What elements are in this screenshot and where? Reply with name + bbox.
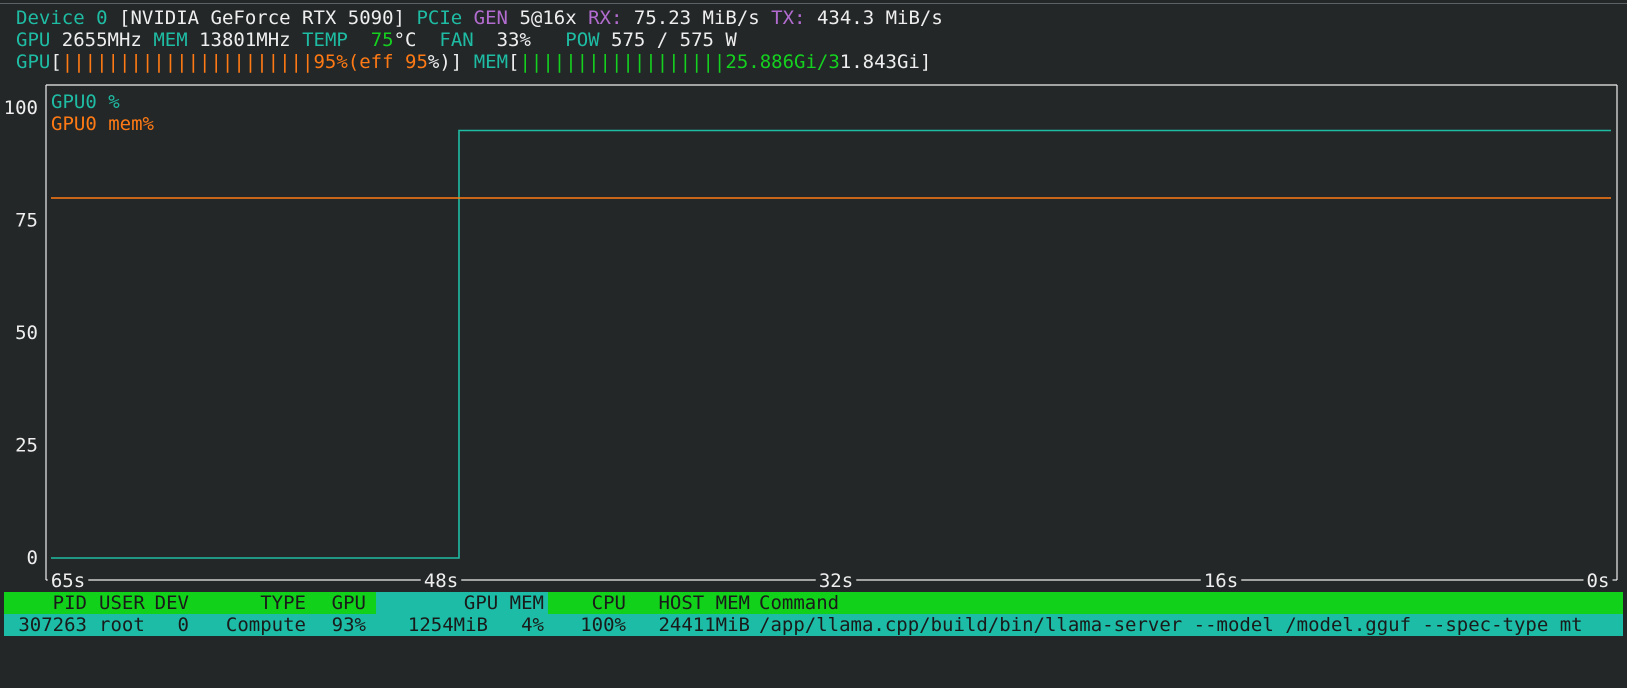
tx-label: TX: xyxy=(771,7,806,29)
gen-value: 5@16x xyxy=(519,7,577,29)
usage-history-chart: 100 75 50 25 0 GPU0 %GPU0 mem% 65s 48s 32s 16s 0… xyxy=(4,84,1618,592)
x-tick-label: 32s xyxy=(819,570,853,592)
gpu-clock-label: GPU xyxy=(16,29,51,51)
gpu-bar-open: [ xyxy=(50,51,62,73)
pow-value: 575 / 575 W xyxy=(611,29,737,51)
fan-label: FAN xyxy=(439,29,474,51)
stats-line: GPU 2655MHz MEM 13801MHz TEMP 75°C FAN 3… xyxy=(16,29,737,51)
header-gpu[interactable]: GPU xyxy=(314,592,366,614)
x-tick-label: 0s xyxy=(1587,570,1610,592)
header-user[interactable]: USER xyxy=(99,592,145,614)
process-row[interactable]: 307263 root 0 Compute 93% 1254MiB 4% 100… xyxy=(4,614,1623,636)
gen-label: GEN xyxy=(473,7,508,29)
row-pid: 307263 xyxy=(18,614,87,636)
row-gpu-mem-pct: 4% xyxy=(521,614,544,636)
mem-used-value: 25.886Gi/3 xyxy=(725,51,840,73)
row-type: Compute xyxy=(225,614,306,636)
y-axis-ticks: 100 75 50 25 0 xyxy=(4,97,38,569)
row-gpu: 93% xyxy=(331,614,366,636)
header-dev[interactable]: DEV xyxy=(144,592,189,614)
gpu-usage-bar: |||||||||||||||||||||| xyxy=(61,51,314,73)
x-tick-label: 48s xyxy=(424,570,458,592)
row-host-mem: 24411MiB xyxy=(658,614,750,636)
row-command: /app/llama.cpp/build/bin/llama-server --… xyxy=(759,614,1583,636)
chart-legend: GPU0 %GPU0 mem% xyxy=(51,91,155,135)
device-name: [NVIDIA GeForce RTX 5090] xyxy=(119,7,405,29)
mem-bar-label: MEM xyxy=(473,51,509,73)
gpu-eff-open: (eff xyxy=(347,51,394,73)
header-gpu-mem[interactable]: GPU MEM xyxy=(384,592,544,614)
gpu-eff-value: 95 xyxy=(405,51,428,73)
row-user: root xyxy=(99,614,145,636)
fan-value: 33% xyxy=(496,29,531,51)
header-host-mem[interactable]: HOST MEM xyxy=(634,592,750,614)
y-tick-label: 50 xyxy=(15,322,38,344)
device-info-line: Device 0 [NVIDIA GeForce RTX 5090] PCIe … xyxy=(16,7,943,29)
mem-total-value: 1.843Gi xyxy=(839,51,920,73)
header-type[interactable]: TYPE xyxy=(204,592,306,614)
x-axis-ticks: 65s 48s 32s 16s 0s xyxy=(46,570,1617,592)
y-tick-label: 100 xyxy=(4,97,38,119)
gpu-bar-label: GPU xyxy=(16,51,51,73)
device-label: Device xyxy=(16,7,85,29)
temp-label: TEMP xyxy=(302,29,348,51)
y-tick-label: 75 xyxy=(15,210,38,232)
x-tick-label: 65s xyxy=(51,570,85,592)
header-pid[interactable]: PID xyxy=(4,592,87,614)
pow-label: POW xyxy=(565,29,600,51)
chart-series xyxy=(51,129,1611,559)
rx-label: RX: xyxy=(588,7,623,29)
legend-entry-1: GPU0 mem% xyxy=(51,113,155,135)
top-border xyxy=(0,3,1627,4)
rx-value: 75.23 MiB/s xyxy=(633,7,760,29)
mem-bar-close: ] xyxy=(919,51,932,73)
x-tick-label: 16s xyxy=(1204,570,1238,592)
temp-unit: °C xyxy=(393,29,417,51)
legend-entry-0: GPU0 % xyxy=(51,91,120,113)
mem-clock-value: 13801MHz xyxy=(199,29,291,51)
mem-bar-open: [ xyxy=(508,51,520,73)
y-tick-label: 25 xyxy=(15,435,38,457)
series-line-0 xyxy=(51,129,1611,559)
pcie-label: PCIe xyxy=(416,7,463,29)
mem-clock-label: MEM xyxy=(153,29,188,51)
tx-value: 434.3 MiB/s xyxy=(816,7,943,29)
header-command[interactable]: Command xyxy=(759,592,839,614)
gpu-eff-close: %) xyxy=(427,51,451,73)
usage-bars-line: GPU[||||||||||||||||||||||95%(eff 95%)] … xyxy=(16,51,931,73)
row-dev: 0 xyxy=(177,614,189,636)
device-index: 0 xyxy=(96,7,108,29)
header-cpu[interactable]: CPU xyxy=(554,592,626,614)
mem-usage-bar: |||||||||||||||||| xyxy=(519,51,726,73)
gpu-usage-percent: 95% xyxy=(313,51,348,73)
row-gpu-mem: 1254MiB xyxy=(407,614,488,636)
gpu-clock-value: 2655MHz xyxy=(61,29,142,51)
gpu-bar-close: ] xyxy=(450,51,463,73)
process-table-header: PID USER DEV TYPE GPU GPU MEM CPU HOST M… xyxy=(4,592,1623,614)
temp-value: 75 xyxy=(370,29,394,51)
chart-frame xyxy=(45,84,1618,580)
row-cpu: 100% xyxy=(580,614,626,636)
y-tick-label: 0 xyxy=(27,547,38,569)
